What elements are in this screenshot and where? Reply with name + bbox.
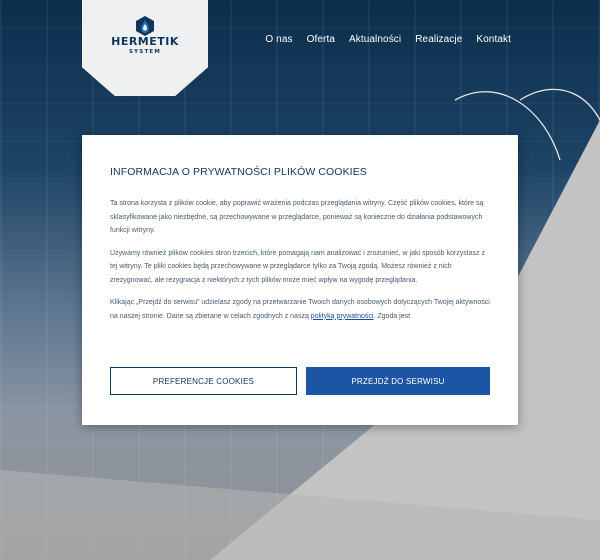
privacy-policy-link[interactable]: polityką prywatności: [311, 313, 374, 320]
nav-link-aktualnosci[interactable]: Aktualności: [349, 34, 401, 48]
cookie-paragraph-3-tail: . Zgoda jest: [373, 312, 411, 320]
go-to-site-button[interactable]: PRZEJDŹ DO SERWISU: [306, 367, 490, 395]
cookie-paragraph-3-text: Klikając „Przejdź do serwisu” udzielasz …: [110, 299, 490, 320]
logo-wordmark: HERMETIK: [111, 35, 179, 48]
cookie-paragraph-2: Używamy również plików cookies stron trz…: [110, 249, 486, 284]
nav-link-oferta[interactable]: Oferta: [307, 34, 335, 48]
cookie-dialog-body[interactable]: Ta strona korzysta z plików cookie, aby …: [110, 197, 490, 339]
nav-link-o-nas[interactable]: O nas: [265, 34, 292, 48]
website-page: HERMETIK SYSTEM O nas Oferta Aktualności…: [0, 0, 600, 560]
nav-link-kontakt[interactable]: Kontakt: [476, 34, 511, 48]
site-logo[interactable]: HERMETIK SYSTEM: [82, 0, 208, 96]
nav-link-realizacje[interactable]: Realizacje: [415, 34, 462, 48]
cookie-dialog-title: INFORMACJA O PRYWATNOŚCI PLIKÓW COOKIES: [110, 166, 367, 178]
logo-drop-icon: [136, 16, 154, 36]
curve-line-right: [519, 88, 600, 122]
main-navigation: O nas Oferta Aktualności Realizacje Kont…: [265, 34, 600, 48]
logo-subtitle: SYSTEM: [128, 49, 162, 55]
cookie-paragraph-1: Ta strona korzysta z plików cookie, aby …: [110, 200, 484, 234]
cookie-consent-dialog: INFORMACJA O PRYWATNOŚCI PLIKÓW COOKIES …: [82, 135, 518, 425]
cookie-paragraph-3: Klikając „Przejdź do serwisu” udzielasz …: [110, 296, 490, 323]
cookie-preferences-button[interactable]: PREFERENCJE COOKIES: [110, 367, 297, 395]
